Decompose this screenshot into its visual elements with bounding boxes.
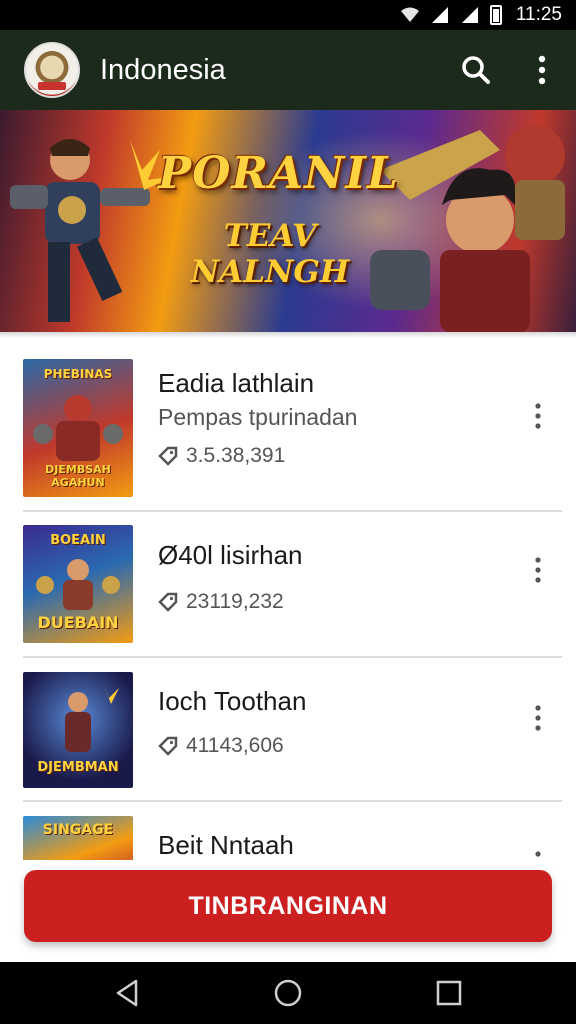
item-more-button[interactable] xyxy=(522,396,554,436)
list-item[interactable]: DJEMBMAN Ioch Toothan 41143,606 xyxy=(0,658,576,800)
item-title: Ø40l lisirhan xyxy=(158,540,303,570)
more-vert-icon xyxy=(535,851,541,857)
app-logo[interactable] xyxy=(24,42,80,98)
thumbnail-label: DJEMBMAN xyxy=(37,760,119,775)
item-more-button[interactable] xyxy=(522,550,554,590)
tag-icon xyxy=(158,736,178,756)
more-vert-icon xyxy=(538,55,546,85)
more-vert-icon xyxy=(535,557,541,583)
item-count: 23119,232 xyxy=(158,590,284,614)
clock: 11:25 xyxy=(515,4,562,25)
promo-banner[interactable]: PORANIL TEAV NALNGH xyxy=(0,110,576,332)
tag-icon xyxy=(158,592,178,612)
recents-icon[interactable] xyxy=(433,977,465,1009)
tag-icon xyxy=(158,446,178,466)
primary-action-button[interactable]: TINBRANGINAN xyxy=(24,870,552,942)
game-thumbnail: SINGAGE xyxy=(23,816,133,860)
cell-signal-icon xyxy=(461,7,478,23)
thumbnail-label: DUEBAIN xyxy=(37,613,119,632)
system-nav-bar xyxy=(0,962,576,1024)
battery-icon xyxy=(489,5,502,25)
home-icon[interactable] xyxy=(272,977,304,1009)
item-count-value: 41143,606 xyxy=(186,734,284,757)
list-item[interactable]: SINGAGE Beit Nntaah xyxy=(0,802,576,860)
game-thumbnail: BOEAIN DUEBAIN xyxy=(23,525,133,643)
more-vert-icon xyxy=(535,705,541,731)
banner-subtitle: TEAV NALNGH xyxy=(190,218,350,290)
game-thumbnail: PHEBINAS DJEMBSAH AGAHUN xyxy=(23,359,133,497)
list-item[interactable]: BOEAIN DUEBAIN Ø40l lisirhan 23119,232 xyxy=(0,512,576,656)
item-count-value: 3.5.38,391 xyxy=(186,444,286,467)
status-icons: 11:25 xyxy=(400,4,562,26)
item-more-button[interactable] xyxy=(522,698,554,738)
thumbnail-label: DJEMBSAH AGAHUN xyxy=(45,463,111,489)
item-count-value: 23119,232 xyxy=(186,590,284,613)
item-more-button[interactable] xyxy=(522,844,554,860)
banner-title: PORANIL xyxy=(158,148,399,199)
app-bar: Indonesia xyxy=(0,30,576,110)
overflow-menu-button[interactable] xyxy=(522,50,562,90)
search-button[interactable] xyxy=(456,50,496,90)
item-subtitle: Pempas tpurinadan xyxy=(158,404,358,430)
search-icon xyxy=(462,56,490,84)
item-count: 3.5.38,391 xyxy=(158,444,285,468)
cell-signal-icon xyxy=(431,7,448,23)
page-title: Indonesia xyxy=(100,54,226,86)
thumbnail-label: SINGAGE xyxy=(42,822,114,838)
item-title: Eadia lathlain xyxy=(158,368,315,398)
list-item[interactable]: PHEBINAS DJEMBSAH AGAHUN Eadia lathlain … xyxy=(0,338,576,510)
back-icon[interactable] xyxy=(112,977,144,1009)
item-title: Beit Nntaah xyxy=(158,830,294,860)
wifi-icon xyxy=(400,7,419,22)
game-list[interactable]: PHEBINAS DJEMBSAH AGAHUN Eadia lathlain … xyxy=(0,338,576,860)
game-thumbnail: DJEMBMAN xyxy=(23,672,133,788)
item-title: Ioch Toothan xyxy=(158,686,307,716)
more-vert-icon xyxy=(535,403,541,429)
item-count: 41143,606 xyxy=(158,734,284,758)
hero-left-illustration xyxy=(10,139,175,322)
status-bar: 11:25 xyxy=(0,0,576,30)
